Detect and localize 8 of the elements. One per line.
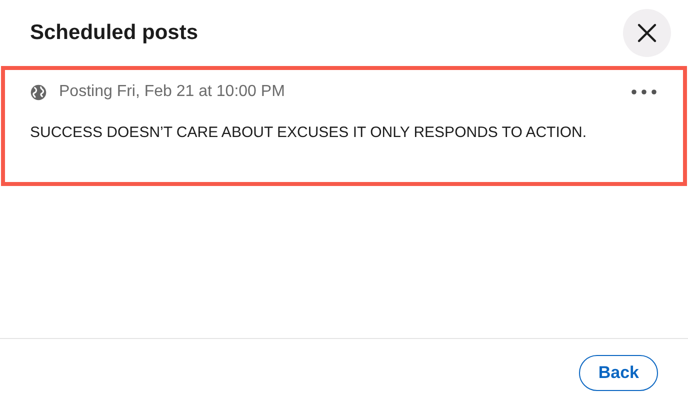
more-icon <box>631 89 657 95</box>
globe-icon <box>30 84 47 100</box>
dialog-title: Scheduled posts <box>30 20 198 46</box>
close-icon <box>637 23 657 43</box>
close-button[interactable] <box>623 9 671 57</box>
schedule-text: Posting Fri, Feb 21 at 10:00 PM <box>59 82 285 102</box>
back-button[interactable]: Back <box>579 355 658 391</box>
post-text: SUCCESS DOESN’T CARE ABOUT EXCUSES IT ONLY RESPONDS TO ACTION. <box>30 123 588 143</box>
